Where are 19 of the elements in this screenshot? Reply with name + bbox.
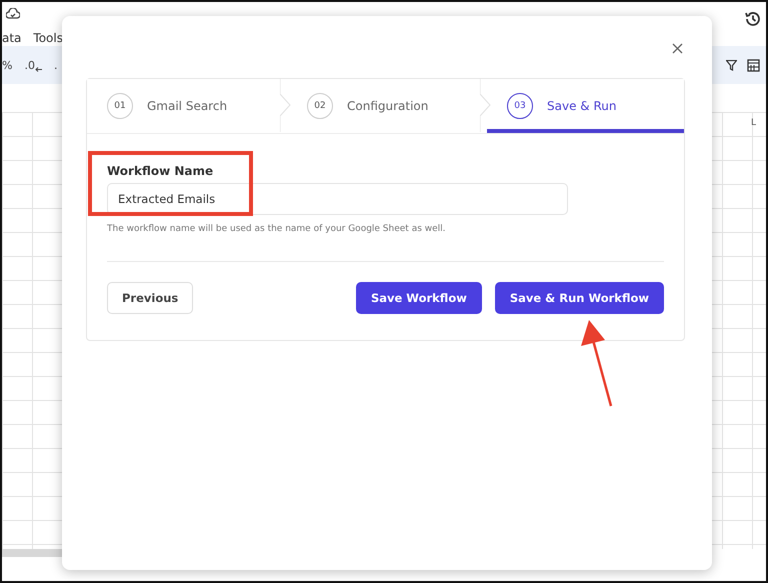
cloud-icon[interactable] [6,8,20,19]
field-label: Workflow Name [107,164,214,178]
menu-item[interactable]: ata [2,31,22,45]
help-text: The workflow name will be used as the name of your Google Sheet as well. [107,224,447,234]
primary-button[interactable]: Save & Run Workflow [494,282,664,314]
toolbar-button[interactable]: % [2,58,12,72]
scrollbar [2,549,62,557]
primary-button[interactable]: Save Workflow [356,282,482,314]
toolbar-button[interactable]: .0 [24,58,42,72]
column-header: L [750,118,756,130]
menu-item[interactable]: Tools [33,31,63,45]
calculator-icon[interactable] [747,58,760,72]
history-icon[interactable] [744,10,762,28]
workflow-name-field[interactable]: Extracted Emails [107,183,568,215]
close-icon[interactable] [672,42,682,54]
filter-icon[interactable] [726,60,737,70]
toolbar-button[interactable]: . [54,58,58,72]
secondary-button[interactable]: Previous [107,282,194,314]
arrow-left-icon [34,66,42,72]
